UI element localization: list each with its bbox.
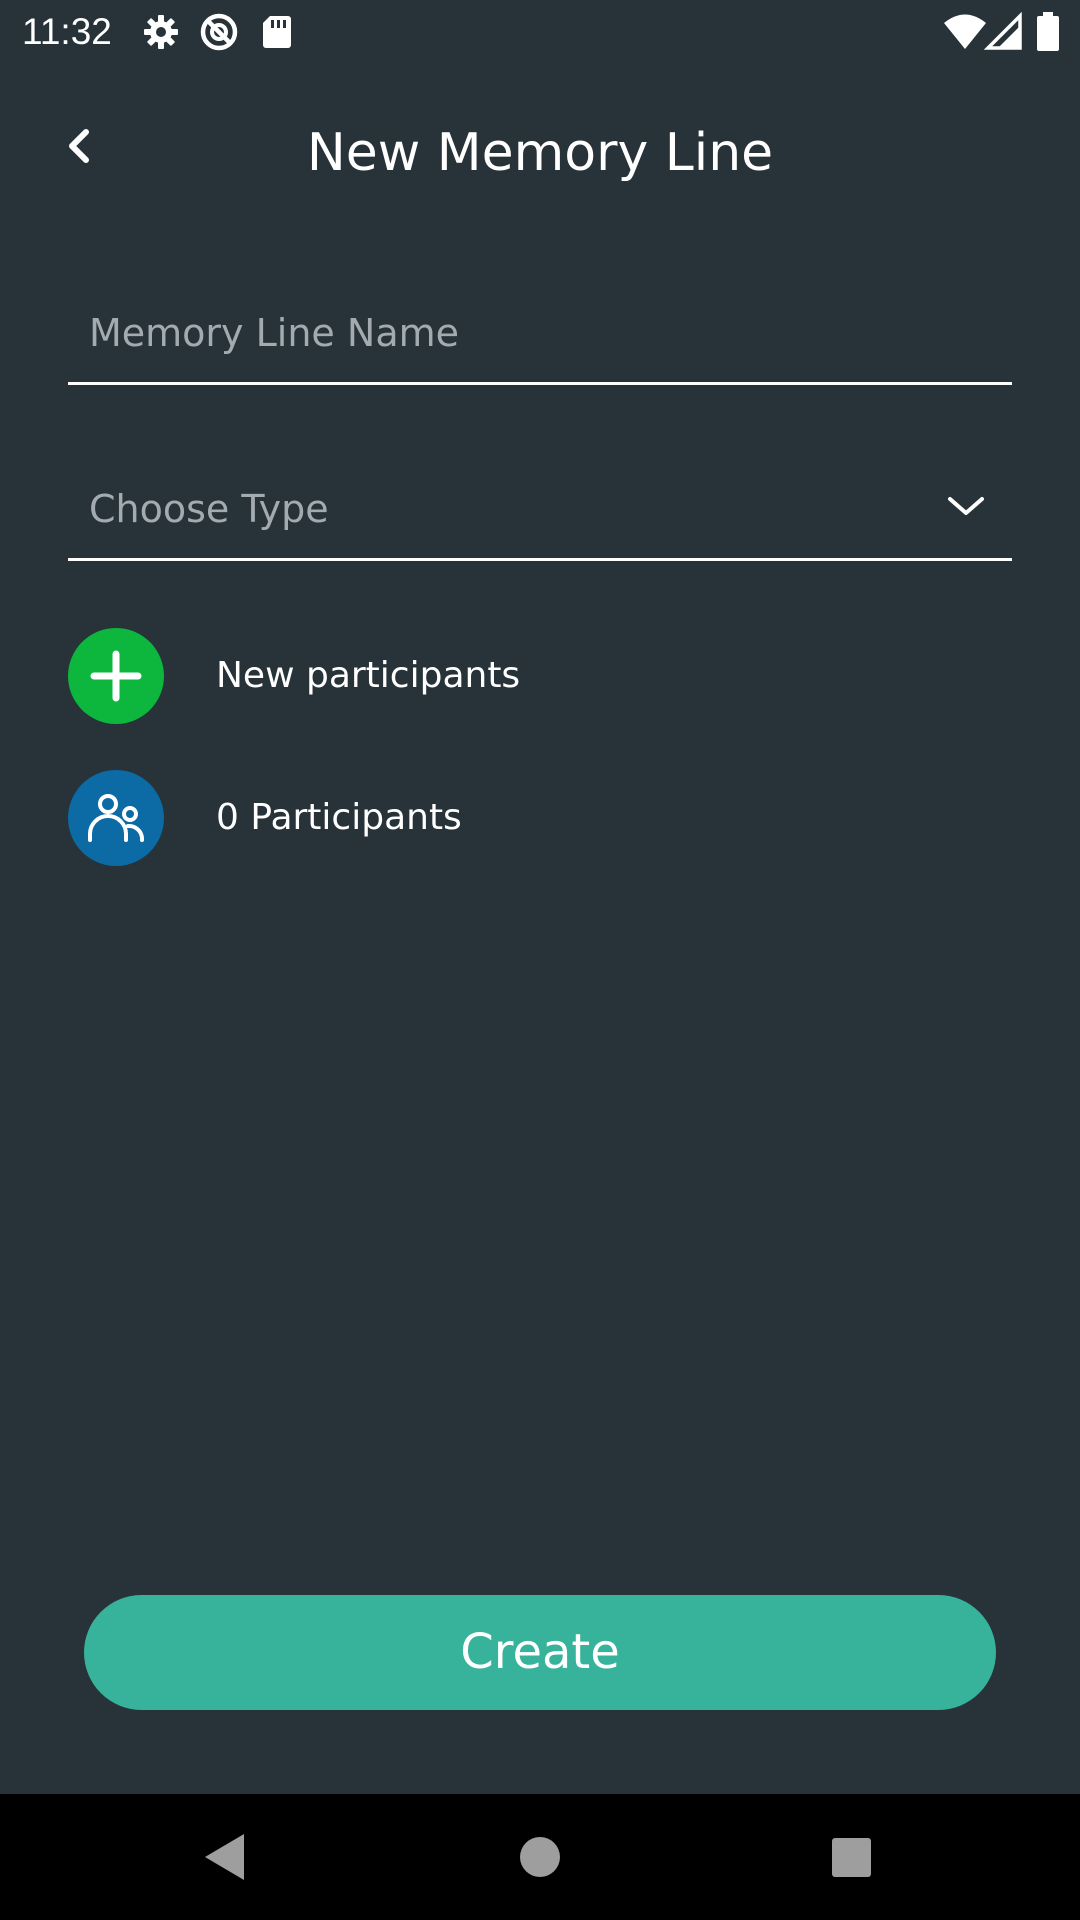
recents-square-icon (832, 1838, 871, 1877)
status-bar: 11:32 (0, 0, 1080, 64)
participants-count-label: 0 Participants (216, 797, 462, 838)
create-button[interactable]: Create (84, 1595, 996, 1710)
memory-line-name-input[interactable] (89, 305, 989, 361)
chevron-down-icon (948, 497, 984, 515)
add-participants-label: New participants (216, 655, 521, 696)
navigation-bar (0, 1794, 1080, 1920)
type-dropdown[interactable]: Choose Type (68, 455, 1012, 561)
nav-home-button[interactable] (470, 1794, 610, 1920)
type-dropdown-placeholder: Choose Type (89, 487, 329, 531)
do-not-disturb-icon (199, 12, 239, 52)
page-title: New Memory Line (306, 123, 774, 183)
back-triangle-icon (205, 1834, 244, 1880)
nav-recents-button[interactable] (781, 1794, 921, 1920)
nav-back-button[interactable] (158, 1794, 298, 1920)
home-circle-icon (520, 1837, 560, 1877)
participants-circle (68, 770, 164, 866)
status-time: 11:32 (22, 11, 112, 52)
battery-icon (1036, 12, 1060, 52)
participants-count-row[interactable]: 0 Participants (68, 770, 1012, 866)
signal-icon (983, 11, 1024, 52)
memory-line-name-field (68, 279, 1012, 385)
gear-icon (141, 12, 181, 52)
people-icon (88, 794, 144, 842)
wifi-icon (942, 12, 988, 52)
plus-icon (90, 650, 142, 702)
add-participants-button[interactable]: New participants (68, 628, 1012, 724)
sd-card-icon (257, 12, 297, 52)
add-participants-circle (68, 628, 164, 724)
